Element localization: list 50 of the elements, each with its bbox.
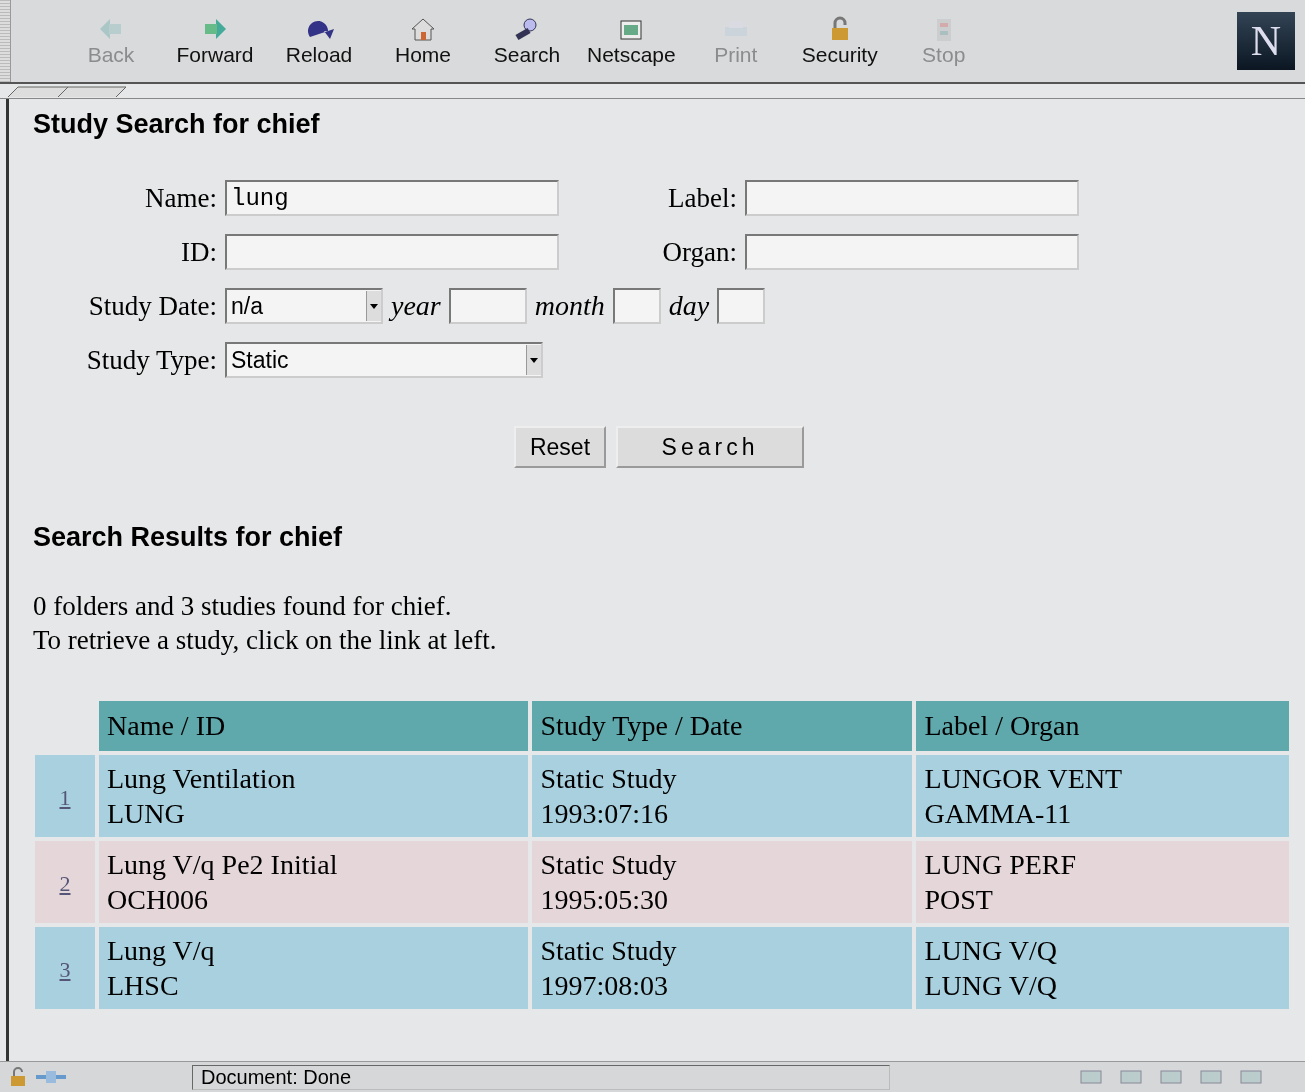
table-cell: LUNG V/Q LUNG V/Q [916,927,1289,1009]
day-field[interactable] [717,288,766,324]
table-cell: Lung Ventilation LUNG [99,755,529,837]
toolbar-button[interactable]: Reload [269,13,369,69]
table-cell: Lung V/q LHSC [99,927,529,1009]
name-field[interactable]: lung [225,180,559,216]
column-header: Name / ID [99,701,529,751]
table-cell: Static Study 1993:07:16 [532,755,913,837]
year-field[interactable] [448,288,527,324]
toolbar-button[interactable]: Forward [165,13,265,69]
field-label: Organ: [661,236,737,268]
status-text: Document: Done [192,1064,890,1090]
field-label: ID: [180,236,217,268]
organ-field[interactable] [745,234,1079,270]
toolbar-button[interactable]: Search [477,13,577,69]
results-summary: 0 folders and 3 studies found for chief. [33,590,453,623]
column-header: Study Type / Date [532,701,913,751]
table-cell: LUNGOR VENT GAMMA-11 [916,755,1289,837]
study-link[interactable]: 2 [59,870,71,896]
results-summary: To retrieve a study, click on the link at left. [33,624,498,657]
field-label: Study Date: [87,290,217,322]
field-label: Label: [667,182,737,214]
toolbar-button[interactable]: Security [789,13,890,69]
caret-icon [366,291,381,321]
table-cell: LUNG PERF POST [916,841,1289,923]
month-field[interactable] [612,288,661,324]
study-link[interactable]: 1 [59,784,71,810]
study-link[interactable]: 3 [59,956,71,982]
tab-handle-icon [8,86,128,98]
field-label: month [534,290,605,322]
form-title: Study Search for chief [33,109,321,140]
id-field[interactable] [225,234,559,270]
type-dropdown[interactable]: Static [225,342,543,378]
column-header: Label / Organ [916,701,1289,751]
field-label: Study Type: [85,344,217,376]
date-dropdown[interactable]: n/a [225,288,383,324]
search-button[interactable]: Search [616,426,805,468]
browser-logo: N [1237,12,1295,70]
table-cell: Lung V/q Pe2 Initial OCH006 [99,841,529,923]
toolbar-grip[interactable] [0,0,11,82]
caret-icon [526,345,541,375]
label-field[interactable] [745,180,1079,216]
field-label: day [668,290,710,322]
table-cell: Static Study 1995:05:30 [532,841,913,923]
toolbar-button[interactable]: Netscape [581,13,682,69]
reset-button[interactable]: Reset [513,426,607,468]
table-cell: Static Study 1997:08:03 [532,927,913,1009]
toolbar-button[interactable]: Home [373,13,473,69]
results-title: Search Results for chief [33,522,344,553]
field-label: Name: [144,182,217,214]
